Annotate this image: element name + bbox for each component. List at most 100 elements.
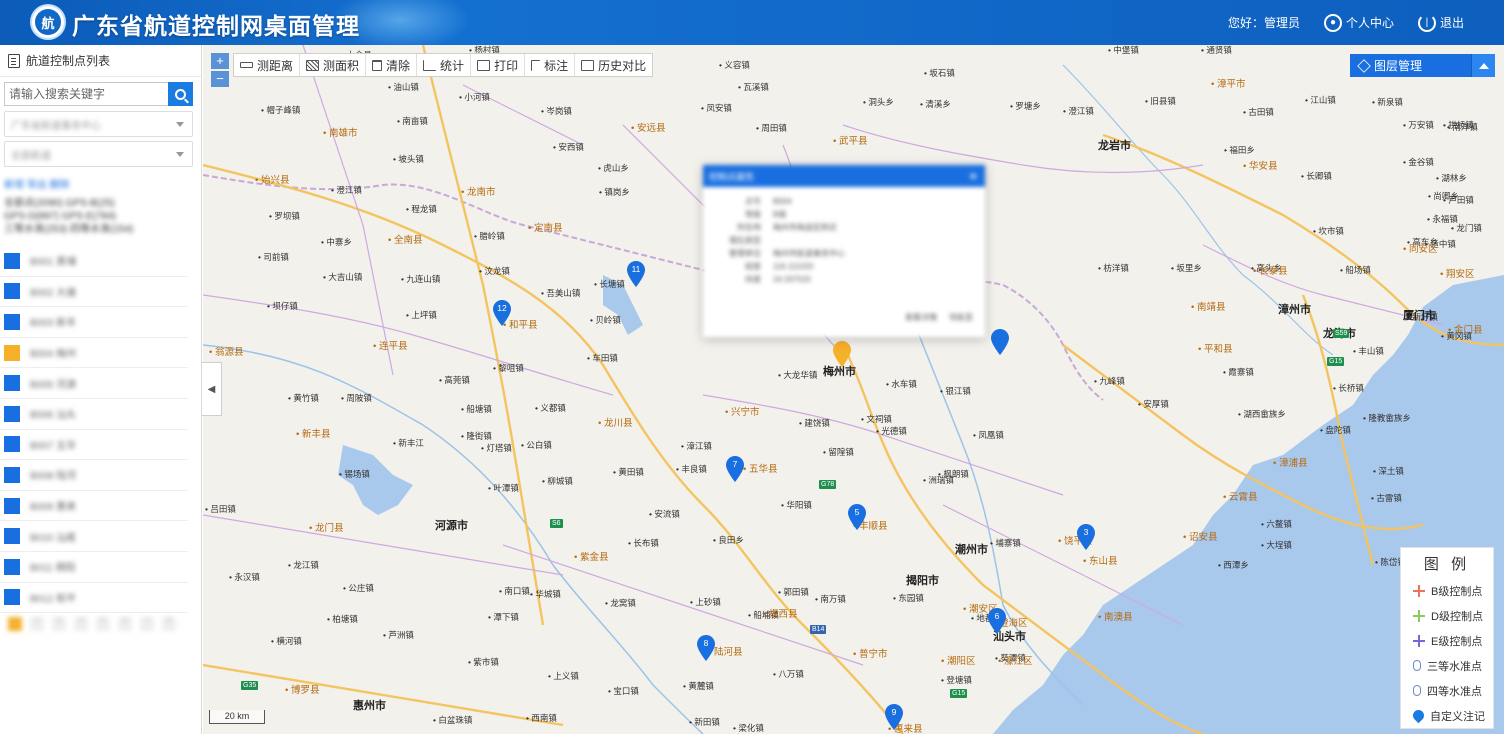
sidebar-collapse-button[interactable]: ◀ [202,362,222,416]
list-item[interactable]: B008 陆河 [0,460,188,491]
point-type-marker [4,558,20,575]
list-icon [8,53,20,68]
logout-link[interactable]: | 退出 [1417,13,1464,32]
search-bar [4,82,193,106]
org-select[interactable]: 广东省航道事务中心 [4,111,193,137]
map-marker-pin[interactable] [991,329,1009,355]
map-marker-pin[interactable]: 5 [848,504,866,530]
list-item[interactable]: B006 汕头 [0,399,188,430]
marker-number: 7 [732,459,738,469]
search-button[interactable] [168,82,193,106]
search-input[interactable] [4,82,168,106]
list-item-label: B007 五华 [30,440,77,452]
town-label: 长桥镇 [1333,383,1364,393]
list-item-label: B004 梅州 [30,349,77,361]
layer-panel-toggle[interactable] [1471,54,1495,77]
layer-management-button[interactable]: 图层管理 [1350,54,1495,77]
map-canvas[interactable]: 大余县油山镇帽子峰镇南亩镇坡头镇澄江镇罗坝镇程龙镇中寨乡司前镇大吉山镇九连山镇坝… [203,45,1504,734]
user-greeting: 您好：管理员 [1227,16,1300,30]
page-button[interactable]: 6 [118,617,132,631]
town-label: 安流镇 [649,509,680,519]
zoom-in-button[interactable]: + [211,53,229,69]
annotate-button[interactable]: 标注 [525,54,576,76]
list-item[interactable]: B009 惠来 [0,491,188,522]
clear-button[interactable]: 清除 [366,54,418,76]
channel-select[interactable]: 全部航道 [4,141,193,167]
town-label: 南亩镇 [397,116,428,126]
town-label: 西潭乡 [1218,560,1249,570]
town-label: 龙窝镇 [605,598,636,608]
tool-label: 打印 [494,58,519,73]
list-item[interactable]: B011 揭阳 [0,552,188,583]
town-label: 八万镇 [773,669,804,679]
county-label: 龙门县 [309,524,344,534]
point-type-marker [4,313,20,330]
county-label: 博罗县 [285,686,320,696]
map-marker-pin[interactable]: 12 [493,300,511,326]
chevron-left-icon: ◀ [207,383,216,395]
legend-item: 自定义注记 [1401,703,1493,728]
history-compare-button[interactable]: 历史对比 [575,54,652,76]
list-item[interactable]: B004 梅州 [0,338,188,369]
popup-field-label: 经度 [745,262,761,271]
view-detail-link[interactable]: 查看详情 [905,312,937,323]
city-label: 揭阳市 [906,575,939,587]
page-button[interactable]: 3 [52,617,66,631]
town-label: 司前镇 [258,252,289,262]
list-item-label: B006 汕头 [30,410,77,422]
flag-icon [531,59,541,71]
page-button[interactable]: 8 [162,617,176,631]
print-button[interactable]: 打印 [471,54,526,76]
road-shield-g35: G35 [241,681,259,690]
map-marker-pin[interactable]: 11 [627,261,645,287]
close-icon[interactable]: ⊗ [969,171,977,182]
list-item[interactable]: B003 新丰 [0,307,188,338]
map-marker-pin[interactable] [833,341,851,367]
trash-icon [372,59,383,71]
logout-label: 退出 [1439,16,1464,30]
map-marker-pin[interactable]: 8 [697,635,715,661]
list-item[interactable]: B005 河源 [0,368,188,399]
measure-distance-button[interactable]: 测距离 [234,54,301,76]
page-button[interactable]: 5 [96,617,110,631]
map-marker-pin[interactable]: 6 [988,608,1006,634]
county-label: 长泰县 [1253,267,1288,277]
page-button[interactable]: 1 [8,617,22,631]
town-label: 程龙镇 [406,204,437,214]
list-item-label: B002 大塘 [30,287,77,299]
popup-row: 点号 B004 [721,195,985,208]
town-label: 黄田镇 [613,467,644,477]
town-label: 瓦溪镇 [738,82,769,92]
map-marker-pin[interactable]: 7 [726,456,744,482]
list-item[interactable]: B001 黄埔 [0,246,188,277]
town-label: 公白镇 [521,440,552,450]
map-marker-pin[interactable]: 9 [885,704,903,730]
list-item[interactable]: B007 五华 [0,430,188,461]
point-info-popup: 控制点属性 ⊗ 点号 B004 等级 B级 所在地 梅州市梅县区附近 埋石类型 管理单位 梅州市… [703,165,985,337]
map-marker-pin[interactable]: 3 [1077,524,1095,550]
navigate-link[interactable]: 导航至 [949,312,973,323]
town-label: 新田镇 [689,717,720,727]
zoom-out-button[interactable]: − [211,71,229,87]
marker-number: 12 [497,303,507,313]
county-label: 金门县 [1448,326,1483,336]
page-button[interactable]: 4 [74,617,88,631]
town-label: 周陂镇 [341,393,372,403]
list-item[interactable]: B002 大塘 [0,277,188,308]
list-item[interactable]: B010 汕尾 [0,521,188,552]
point-type-marker [4,344,20,361]
marker-icon [1410,707,1427,724]
personal-center-link[interactable]: ● 个人中心 [1323,13,1394,32]
sidebar-title: 航道控制点列表 [26,54,111,68]
page-button[interactable]: 7 [140,617,154,631]
measure-area-button[interactable]: 测面积 [300,54,367,76]
town-label: 坝仔镇 [267,301,298,311]
town-label: 帽子峰镇 [261,105,300,115]
control-point-list: B001 黄埔 B002 大塘 B003 新丰 B004 梅州 B005 河源 B006 … [0,246,202,614]
list-item[interactable]: B012 和平 [0,583,188,614]
logo-emblem: 航 [35,9,61,35]
statistics-button[interactable]: 统计 [417,54,472,76]
town-label: 腊岭镇 [474,231,505,241]
page-button[interactable]: 2 [30,617,44,631]
sidebar-action-links[interactable]: 新增 导出 删除 [4,176,70,191]
